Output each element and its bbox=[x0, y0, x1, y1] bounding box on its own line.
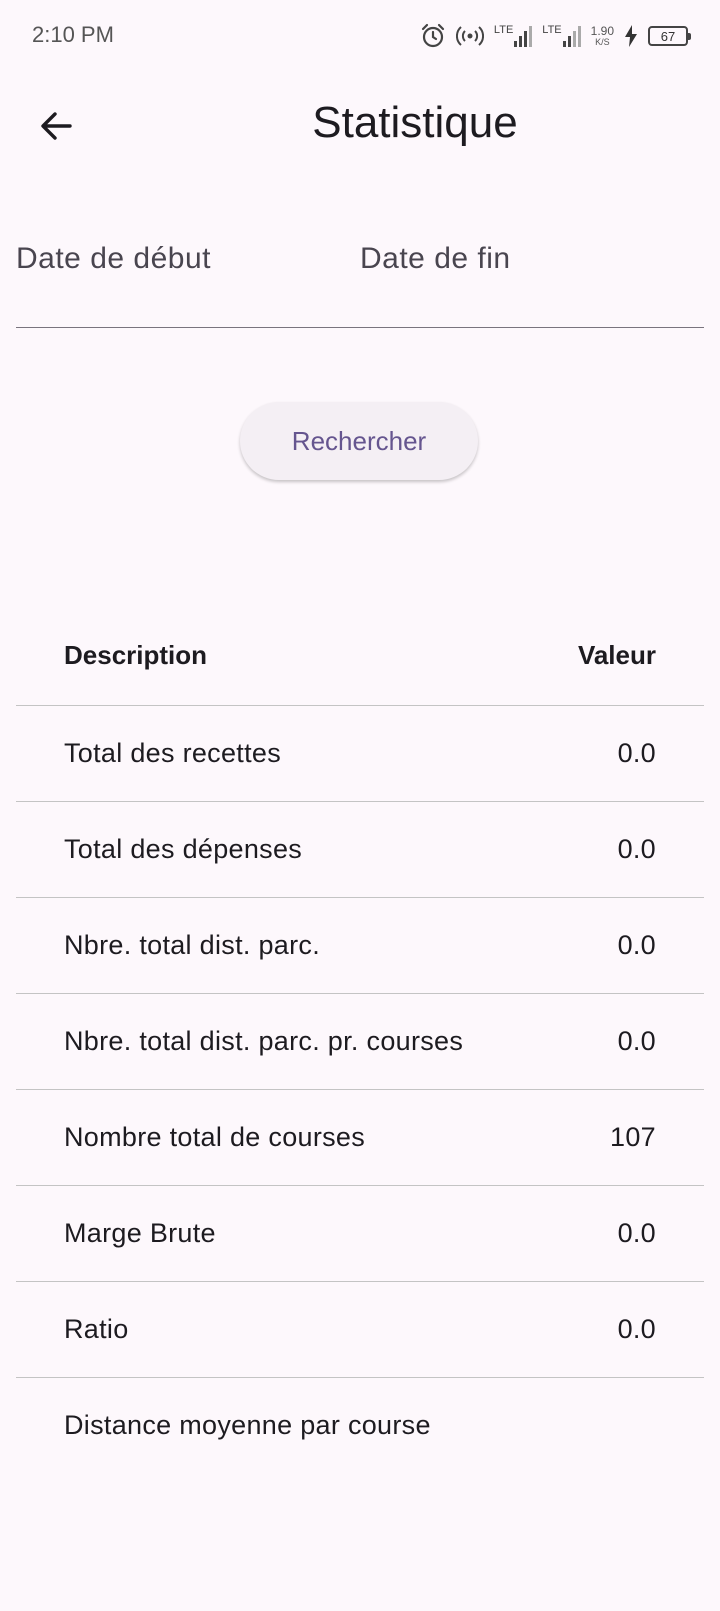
table-row: Nombre total de courses 107 bbox=[16, 1090, 704, 1186]
status-icons: LTE LTE 1.90 K/S 67 bbox=[420, 20, 691, 52]
page-title: Statistique bbox=[312, 98, 518, 147]
row-description: Nbre. total dist. parc. bbox=[64, 930, 321, 960]
row-description: Nombre total de courses bbox=[64, 1122, 366, 1152]
row-description: Marge Brute bbox=[64, 1218, 216, 1248]
end-date-field[interactable]: Date de fin bbox=[360, 242, 511, 276]
table-row: Nbre. total dist. parc. pr. courses 0.0 bbox=[16, 994, 704, 1090]
row-value: 0.0 bbox=[617, 834, 656, 864]
search-button[interactable]: Rechercher bbox=[240, 402, 478, 480]
lte-signal-icon-1: LTE bbox=[494, 25, 533, 47]
row-value: 0.0 bbox=[617, 738, 656, 768]
table-row: Ratio 0.0 bbox=[16, 1282, 704, 1378]
row-value: 0.0 bbox=[617, 1314, 656, 1344]
row-value: 107 bbox=[610, 1122, 656, 1152]
status-time: 2:10 PM bbox=[32, 22, 114, 47]
row-description: Total des recettes bbox=[64, 738, 282, 768]
row-description: Distance moyenne par course bbox=[64, 1410, 431, 1440]
row-value: 0.0 bbox=[617, 1026, 656, 1056]
statistics-table: Description Valeur Total des recettes 0.… bbox=[16, 610, 704, 1474]
status-bar: 2:10 PM LTE LTE 1.90 K/S 67 bbox=[0, 0, 720, 72]
charging-icon bbox=[624, 25, 638, 47]
alarm-icon bbox=[420, 23, 446, 49]
start-date-field[interactable]: Date de début bbox=[16, 242, 211, 276]
table-row: Marge Brute 0.0 bbox=[16, 1186, 704, 1282]
table-row: Nbre. total dist. parc. 0.0 bbox=[16, 898, 704, 994]
row-description: Total des dépenses bbox=[64, 834, 303, 864]
lte-signal-icon-2: LTE bbox=[542, 25, 581, 47]
app-bar: Statistique bbox=[0, 72, 720, 184]
table-row: Total des dépenses 0.0 bbox=[16, 802, 704, 898]
battery-icon: 67 bbox=[648, 26, 691, 46]
network-speed: 1.90 K/S bbox=[590, 24, 614, 47]
date-range-field[interactable]: Date de début Date de fin bbox=[16, 228, 704, 328]
column-header-value: Valeur bbox=[577, 640, 656, 670]
row-description: Nbre. total dist. parc. pr. courses bbox=[64, 1026, 464, 1056]
row-value: 0.0 bbox=[617, 930, 656, 960]
column-header-description: Description bbox=[64, 640, 208, 670]
table-row: Total des recettes 0.0 bbox=[16, 706, 704, 802]
row-description: Ratio bbox=[64, 1314, 129, 1344]
table-header: Description Valeur bbox=[16, 610, 704, 706]
row-value: 0.0 bbox=[617, 1218, 656, 1248]
hotspot-icon bbox=[455, 24, 484, 48]
table-row: Distance moyenne par course bbox=[16, 1378, 704, 1474]
